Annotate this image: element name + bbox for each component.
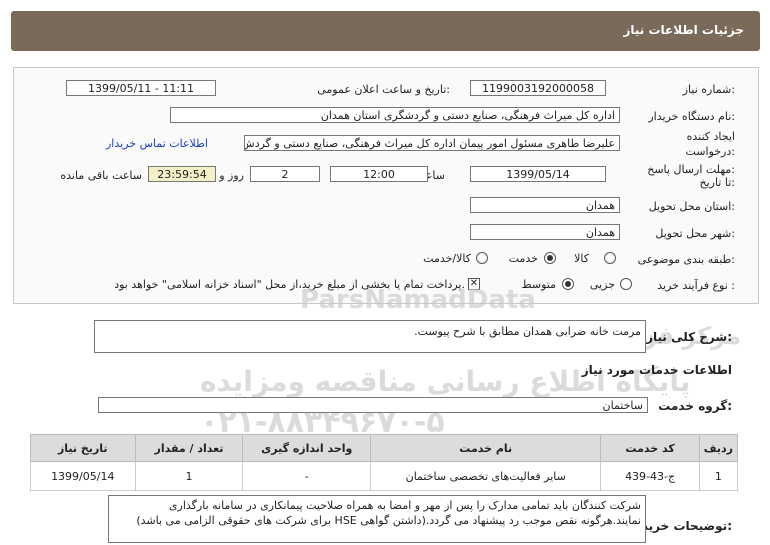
announce-datetime-field: 1399/05/11 - 11:11: [66, 80, 216, 96]
deadline-days-field: 2: [250, 166, 320, 182]
summary-label: شرح کلی نیاز:: [646, 330, 732, 344]
deadline-date-field[interactable]: 1399/05/14: [470, 166, 606, 182]
service-group-field: ساختمان: [98, 397, 648, 413]
category-radio-goods[interactable]: [604, 252, 616, 264]
deadline-label-2: تا تاریخ:: [699, 176, 735, 189]
remaining-time-label: ساعت باقی مانده: [60, 169, 142, 182]
process-radio-minor[interactable]: [620, 278, 632, 290]
category-radio-goods-service[interactable]: [476, 252, 488, 264]
page-header: جزئیات اطلاعات نیاز: [11, 11, 760, 51]
category-option-goods-service: کالا/خدمت: [423, 252, 471, 265]
cell-row-number: 1: [698, 461, 739, 491]
delivery-city-field: همدان: [470, 224, 620, 240]
cell-unit: -: [242, 461, 372, 491]
category-label: طبقه بندی موضوعی:: [637, 253, 735, 266]
buyer-notes-field: شرکت کنندگان باید تمامی مدارک را پس از م…: [108, 495, 646, 543]
need-number-label: شماره نیاز:: [682, 83, 735, 96]
deadline-label: مهلت ارسال پاسخ:: [647, 163, 735, 176]
services-table: ردیف کد خدمت نام خدمت واحد اندازه گیری ت…: [30, 434, 739, 491]
cell-service-name: سایر فعالیت‌های تخصصی ساختمان: [370, 461, 602, 491]
buyer-contact-link[interactable]: اطلاعات تماس خریدار: [106, 137, 208, 150]
cell-quantity: 1: [134, 461, 244, 491]
category-radio-service[interactable]: [544, 252, 556, 264]
col-service-code: کد خدمت: [600, 434, 700, 462]
summary-field: مرمت خانه ضرابی همدان مطابق با شرح پیوست…: [94, 320, 646, 353]
process-option-medium: متوسط: [521, 278, 556, 291]
services-section-title: اطلاعات خدمات مورد نیاز: [581, 363, 732, 377]
treasury-payment-checkbox[interactable]: ✕: [468, 278, 480, 290]
need-number-field: 1199003192000058: [470, 80, 606, 96]
process-label: نوع فرآیند خرید :: [657, 279, 735, 292]
requester-field: علیرضا طاهری مسئول امور پیمان اداره کل م…: [244, 135, 620, 151]
requester-label-2: درخواست:: [685, 145, 736, 158]
category-option-goods: کالا: [574, 252, 589, 265]
col-need-date: تاریخ نیاز: [30, 434, 136, 462]
col-unit: واحد اندازه گیری: [242, 434, 372, 462]
deadline-days-label: روز و: [219, 169, 244, 182]
table-header-row: ردیف کد خدمت نام خدمت واحد اندازه گیری ت…: [30, 434, 739, 462]
page-title: جزئیات اطلاعات نیاز: [623, 23, 744, 37]
service-group-label: گروه خدمت:: [658, 399, 732, 413]
delivery-province-label: استان محل تحویل:: [648, 200, 735, 213]
category-option-service: خدمت: [508, 252, 538, 265]
info-panel: [13, 67, 759, 304]
table-row: 1 ج-43-439 سایر فعالیت‌های تخصصی ساختمان…: [30, 461, 739, 491]
deadline-time-field[interactable]: 12:00: [330, 166, 428, 182]
requester-label: ایجاد کننده: [686, 130, 735, 143]
delivery-city-label: شهر محل تحویل:: [655, 227, 735, 240]
buyer-org-field: اداره کل میراث فرهنگی، صنایع دستی و گردش…: [170, 107, 620, 123]
col-service-name: نام خدمت: [370, 434, 602, 462]
process-option-minor: جزیی: [589, 278, 615, 291]
cell-service-code: ج-43-439: [600, 461, 700, 491]
announce-datetime-label: تاریخ و ساعت اعلان عمومی:: [317, 83, 450, 96]
cell-need-date: 1399/05/14: [30, 461, 136, 491]
remaining-time-field: 23:59:54: [148, 166, 216, 182]
delivery-province-field: همدان: [470, 197, 620, 213]
buyer-org-label: نام دستگاه خریدار:: [648, 110, 735, 123]
col-row-number: ردیف: [698, 434, 739, 462]
process-radio-medium[interactable]: [562, 278, 574, 290]
col-quantity: تعداد / مقدار: [134, 434, 244, 462]
treasury-payment-note: پرداخت تمام یا بخشی از مبلغ خرید،از محل …: [114, 278, 465, 291]
